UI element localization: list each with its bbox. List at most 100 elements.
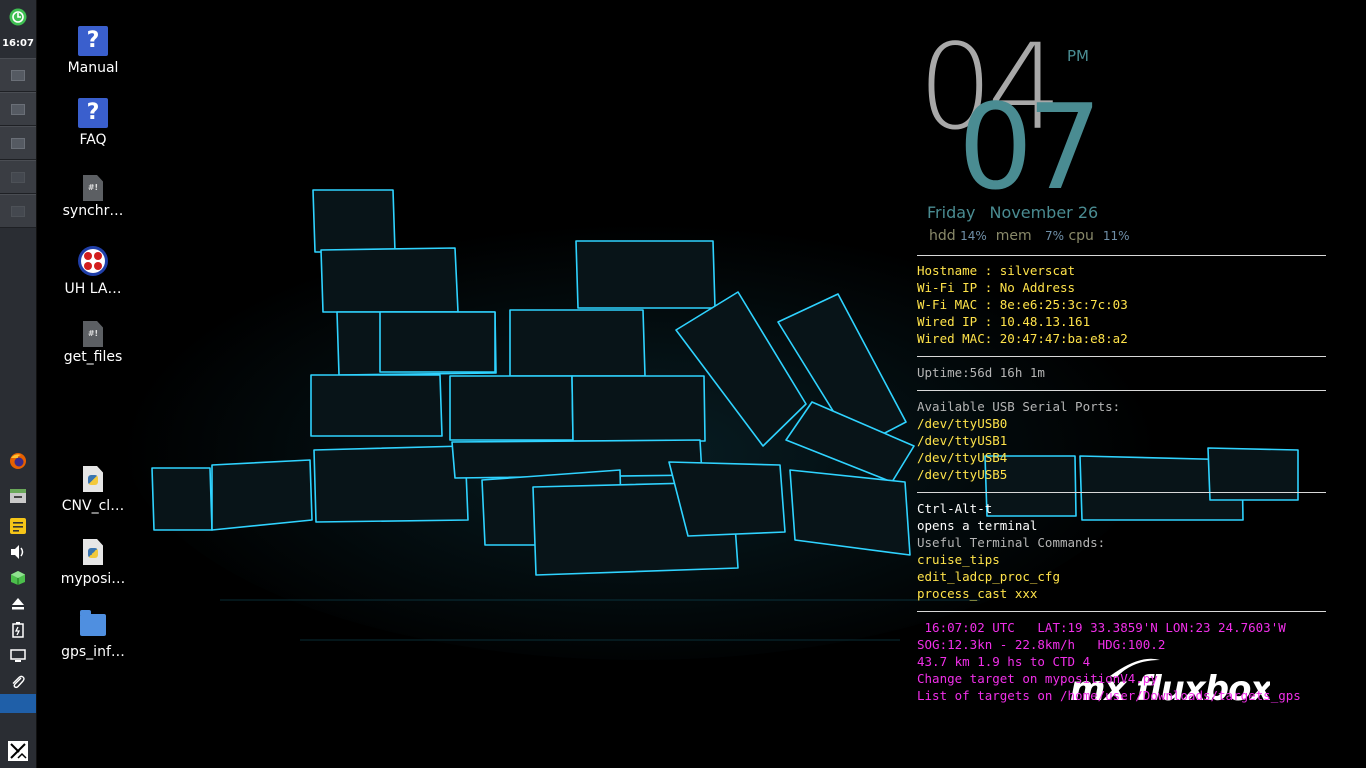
date-line: Friday November 26 xyxy=(927,203,1098,222)
terminal-help: Ctrl-Alt-t opens a terminal Useful Termi… xyxy=(917,500,1326,602)
panel-active-workspace[interactable] xyxy=(0,694,36,713)
divider xyxy=(917,492,1326,493)
usb-ports: Available USB Serial Ports: /dev/ttyUSB0… xyxy=(917,398,1326,483)
launcher-notes[interactable] xyxy=(0,515,36,537)
display-icon xyxy=(10,649,26,662)
gps-change-target: Change target on mypositionV4.py xyxy=(917,671,1158,686)
help-icon: ? xyxy=(78,26,108,56)
python-file-icon xyxy=(83,466,103,492)
usb-port: /dev/ttyUSB4 xyxy=(917,450,1008,465)
volume-icon xyxy=(11,545,24,559)
gps-speed-heading: SOG:12.3kn - 22.8km/h HDG:100.2 xyxy=(917,637,1166,652)
desktop-icon-label: myposi… xyxy=(60,571,126,587)
mx-logo-button[interactable] xyxy=(0,740,36,762)
file-manager-icon xyxy=(10,489,26,503)
paperclip-icon xyxy=(12,675,25,689)
launcher-firefox[interactable] xyxy=(0,450,36,472)
clock-minute: 07 xyxy=(958,78,1102,216)
command: process_cast xxx xyxy=(917,586,1038,601)
menu-button[interactable] xyxy=(0,6,36,28)
cpu-value: 11% xyxy=(1102,229,1130,243)
clock-ampm: PM xyxy=(1067,47,1089,65)
desktop-icon-manual[interactable]: ? Manual xyxy=(43,26,143,76)
hostname-line: Hostname : silverscat xyxy=(917,263,1076,278)
desktop-icon-get-files[interactable]: #! get_files xyxy=(43,321,143,365)
command: cruise_tips xyxy=(917,552,1000,567)
date: November 26 xyxy=(989,203,1099,222)
folder-icon xyxy=(80,610,106,636)
gps-time-position: 16:07:02 UTC LAT:19 33.3859'N LON:23 24.… xyxy=(917,620,1286,635)
start-menu-icon xyxy=(9,8,27,26)
usb-port: /dev/ttyUSB5 xyxy=(917,467,1008,482)
mx-logo-icon xyxy=(8,741,28,761)
package-icon xyxy=(11,571,25,585)
desktop-icon-faq[interactable]: ? FAQ xyxy=(43,98,143,148)
battery-icon xyxy=(12,622,24,638)
gps-info: 16:07:02 UTC LAT:19 33.3859'N LON:23 24.… xyxy=(917,619,1326,704)
taskbar-button-4[interactable] xyxy=(0,160,36,194)
window-icon xyxy=(11,69,25,81)
display-settings[interactable] xyxy=(0,646,36,666)
commands-heading: Useful Terminal Commands: xyxy=(917,535,1106,550)
clipboard-manager[interactable] xyxy=(0,672,36,692)
system-stats: hdd 14% mem 7% cpu 11% xyxy=(929,228,1129,244)
terminal-icon xyxy=(11,103,25,115)
network-info: Hostname : silverscat Wi-Fi IP : No Addr… xyxy=(917,262,1326,347)
battery-status[interactable] xyxy=(0,620,36,640)
python-file-icon xyxy=(83,539,103,565)
window-icon xyxy=(11,205,25,217)
hdd-label: hdd xyxy=(929,228,956,244)
desktop-icon-label: get_files xyxy=(63,349,123,365)
shortcut-desc: opens a terminal xyxy=(917,518,1038,533)
notes-icon xyxy=(10,518,26,534)
weekday: Friday xyxy=(927,203,976,222)
desktop-icon-label: gps_inf… xyxy=(61,644,125,660)
gps-target-distance: 43.7 km 1.9 hs to CTD 4 xyxy=(917,654,1091,669)
hdd-value: 14% xyxy=(960,229,987,243)
desktop-icon-myposi[interactable]: myposi… xyxy=(43,539,143,587)
cpu-label: cpu xyxy=(1068,228,1094,244)
wifi-mac-line: W-Fi MAC : 8e:e6:25:3c:7c:03 xyxy=(917,297,1128,312)
divider xyxy=(917,390,1326,391)
divider xyxy=(917,255,1326,256)
desktop-icon-label: synchr… xyxy=(62,203,124,219)
desktop-icon-cnv-cl[interactable]: CNV_cl… xyxy=(43,466,143,514)
divider xyxy=(917,611,1326,612)
eject-icon xyxy=(12,598,24,610)
uptime: Uptime:56d 16h 1m xyxy=(917,365,1045,380)
volume-control[interactable] xyxy=(0,542,36,562)
taskbar-button-5[interactable] xyxy=(0,194,36,228)
usb-port: /dev/ttyUSB1 xyxy=(917,433,1008,448)
desktop-icon-synchr[interactable]: #! synchr… xyxy=(43,175,143,219)
divider xyxy=(917,356,1326,357)
command: edit_ladcp_proc_cfg xyxy=(917,569,1060,584)
desktop-icon-label: UH LA… xyxy=(64,281,122,297)
wired-ip-line: Wired IP : 10.48.13.161 xyxy=(917,314,1091,329)
wifi-ip-line: Wi-Fi IP : No Address xyxy=(917,280,1076,295)
gps-target-list: List of targets on /home/user/Downloads/… xyxy=(917,688,1301,703)
taskbar-button-1[interactable] xyxy=(0,58,36,92)
terminal-icon xyxy=(11,137,25,149)
desktop-icon-label: CNV_cl… xyxy=(61,498,125,514)
taskbar-button-3[interactable] xyxy=(0,126,36,160)
usb-port: /dev/ttyUSB0 xyxy=(917,416,1008,431)
mem-value: 7% xyxy=(1044,229,1064,243)
help-icon: ? xyxy=(78,98,108,128)
desktop-icon-label: FAQ xyxy=(79,132,107,148)
launcher-file-manager[interactable] xyxy=(0,485,36,507)
eject-button[interactable] xyxy=(0,594,36,614)
uh-logo-icon xyxy=(78,246,108,276)
desktop-icon-gps-inf[interactable]: gps_inf… xyxy=(43,610,143,660)
window-icon xyxy=(11,171,25,183)
firefox-icon xyxy=(10,453,26,469)
taskbar-button-2[interactable] xyxy=(0,92,36,126)
script-file-icon: #! xyxy=(83,321,103,347)
panel-clock[interactable]: 16:07 xyxy=(0,38,36,49)
usb-heading: Available USB Serial Ports: xyxy=(917,399,1121,414)
desktop-icon-uh-la[interactable]: UH LA… xyxy=(43,245,143,297)
script-file-icon: #! xyxy=(83,175,103,201)
mem-label: mem xyxy=(995,228,1032,244)
desktop-icon-label: Manual xyxy=(67,60,119,76)
package-updater[interactable] xyxy=(0,568,36,588)
wired-mac-line: Wired MAC: 20:47:47:ba:e8:a2 xyxy=(917,331,1128,346)
